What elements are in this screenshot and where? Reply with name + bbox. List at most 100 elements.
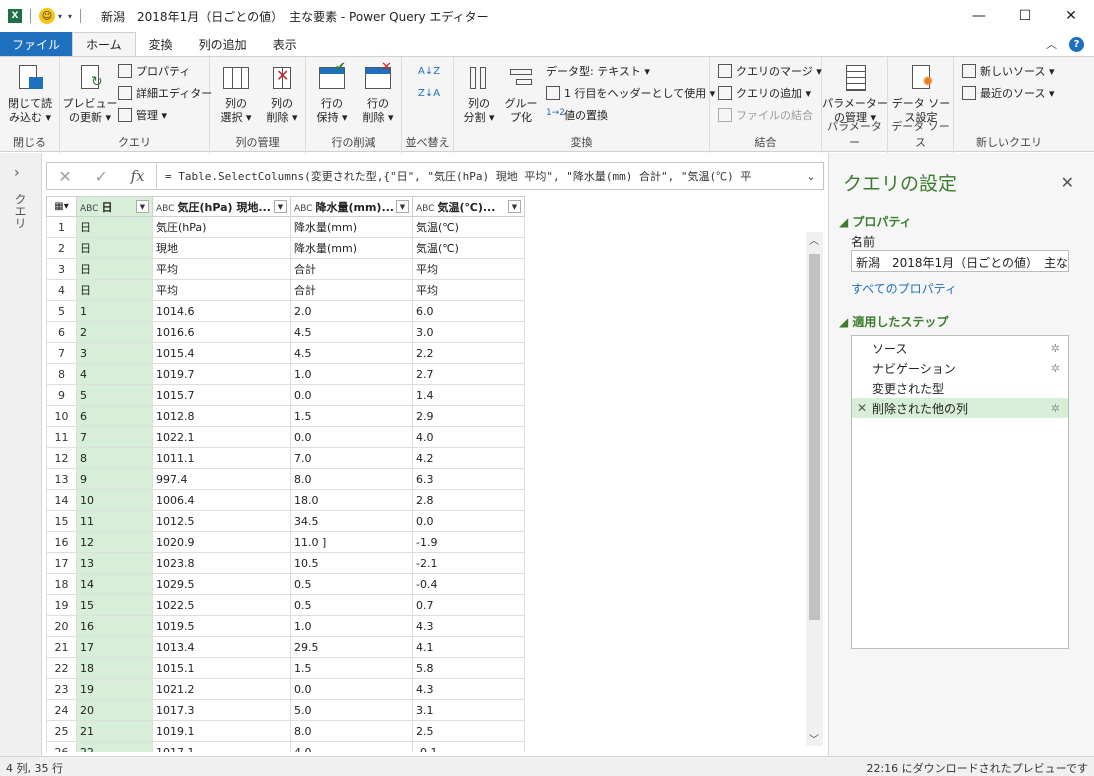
scrollbar-thumb[interactable] (809, 254, 820, 620)
scroll-up-icon[interactable]: ︿ (809, 232, 819, 247)
row-number[interactable]: 5 (46, 300, 77, 322)
table-cell[interactable]: 15 (76, 594, 153, 616)
table-cell[interactable]: 2 (76, 321, 153, 343)
merge-queries-button[interactable]: クエリのマージ ▾ (718, 61, 822, 81)
table-cell[interactable]: 997.4 (152, 468, 291, 490)
row-number[interactable]: 24 (46, 699, 77, 721)
table-cell[interactable]: 日 (76, 216, 153, 238)
advanced-editor-button[interactable]: 詳細エディター (118, 83, 212, 103)
table-cell[interactable]: 1.5 (290, 405, 413, 427)
tab-home[interactable]: ホーム (72, 32, 136, 56)
row-number[interactable]: 21 (46, 636, 77, 658)
expand-formula-icon[interactable]: ⌄ (799, 170, 823, 183)
feedback-smiley-icon[interactable]: ☺ (39, 8, 55, 24)
table-cell[interactable]: -1.9 (412, 531, 525, 553)
collapse-ribbon-icon[interactable]: ︿ (1046, 36, 1057, 52)
remove-columns-button[interactable]: ✕ 列の 削除 ▾ (260, 63, 304, 125)
row-number[interactable]: 4 (46, 279, 77, 301)
table-cell[interactable]: 2.7 (412, 363, 525, 385)
split-column-button[interactable]: 列の 分割 ▾ (458, 63, 500, 125)
column-header-pressure[interactable]: ABC 気圧(hPa) 現地... ▼ (152, 196, 291, 217)
table-cell[interactable]: 1020.9 (152, 531, 291, 553)
table-cell[interactable]: 21 (76, 720, 153, 742)
manage-parameters-button[interactable]: パラメーター の管理 ▾ (822, 63, 888, 125)
row-number[interactable]: 22 (46, 657, 77, 679)
table-cell[interactable]: 0.7 (412, 594, 525, 616)
row-number[interactable]: 16 (46, 531, 77, 553)
table-cell[interactable]: 1013.4 (152, 636, 291, 658)
table-cell[interactable]: 18 (76, 657, 153, 679)
sort-ascending-icon[interactable]: A↓Z (418, 61, 440, 81)
row-number[interactable]: 13 (46, 468, 77, 490)
table-cell[interactable]: 12 (76, 531, 153, 553)
step-source[interactable]: ソース ✲ (852, 338, 1068, 358)
row-number[interactable]: 7 (46, 342, 77, 364)
table-cell[interactable]: 1012.8 (152, 405, 291, 427)
table-cell[interactable]: 1019.1 (152, 720, 291, 742)
table-cell[interactable]: 気温(℃) (412, 237, 525, 259)
type-text-icon[interactable]: ABC (156, 204, 174, 214)
delete-step-icon[interactable]: ✕ (857, 401, 867, 415)
table-cell[interactable]: 5.0 (290, 699, 413, 721)
table-cell[interactable]: 5.8 (412, 657, 525, 679)
quick-access-dropdown-icon[interactable]: ▾ (68, 12, 72, 21)
row-number[interactable]: 23 (46, 678, 77, 700)
table-cell[interactable]: -2.1 (412, 552, 525, 574)
tab-file[interactable]: ファイル (0, 32, 73, 56)
table-cell[interactable]: 8.0 (290, 468, 413, 490)
table-cell[interactable]: 現地 (152, 237, 291, 259)
row-number[interactable]: 11 (46, 426, 77, 448)
manage-button[interactable]: 管理 ▾ (118, 105, 167, 125)
table-cell[interactable]: 4.3 (412, 678, 525, 700)
fx-icon[interactable]: fx (131, 167, 145, 185)
table-cell[interactable]: 1.4 (412, 384, 525, 406)
column-header-temperature[interactable]: ABC 気温(℃)... ▼ (412, 196, 525, 217)
choose-columns-button[interactable]: 列の 選択 ▾ (214, 63, 258, 125)
table-cell[interactable]: 5 (76, 384, 153, 406)
table-cell[interactable]: 0.5 (290, 594, 413, 616)
table-cell[interactable]: 1015.1 (152, 657, 291, 679)
expand-chevron-icon[interactable]: › (14, 165, 20, 181)
table-cell[interactable]: 平均 (152, 279, 291, 301)
row-number[interactable]: 12 (46, 447, 77, 469)
table-cell[interactable]: 6.3 (412, 468, 525, 490)
table-cell[interactable]: 合計 (290, 279, 413, 301)
type-text-icon[interactable]: ABC (80, 204, 98, 214)
table-cell[interactable]: 16 (76, 615, 153, 637)
maximize-button[interactable]: ☐ (1002, 0, 1048, 32)
table-cell[interactable]: 合計 (290, 258, 413, 280)
table-cell[interactable]: 気圧(hPa) (152, 216, 291, 238)
table-cell[interactable]: 4.2 (412, 447, 525, 469)
column-filter-dropdown-icon[interactable]: ▼ (136, 200, 149, 213)
row-number[interactable]: 19 (46, 594, 77, 616)
table-cell[interactable]: 1 (76, 300, 153, 322)
table-cell[interactable]: 1014.6 (152, 300, 291, 322)
query-name-input[interactable]: 新潟 2018年1月（日ごとの値） 主な要素 (851, 250, 1069, 272)
table-cell[interactable]: 1.0 (290, 615, 413, 637)
table-cell[interactable]: 4.5 (290, 342, 413, 364)
table-cell[interactable]: 1.5 (290, 657, 413, 679)
table-cell[interactable]: 1029.5 (152, 573, 291, 595)
close-pane-icon[interactable]: ✕ (1061, 173, 1074, 192)
table-cell[interactable]: 1022.5 (152, 594, 291, 616)
cancel-formula-icon[interactable]: ✕ (58, 167, 71, 186)
table-cell[interactable]: 14 (76, 573, 153, 595)
close-window-button[interactable]: ✕ (1048, 0, 1094, 32)
column-header-day[interactable]: ABC 日 ▼ (76, 196, 153, 217)
properties-section-header[interactable]: ◢ プロパティ (839, 213, 912, 230)
table-cell[interactable]: 平均 (412, 279, 525, 301)
table-cell[interactable]: 降水量(mm) (290, 216, 413, 238)
table-cell[interactable]: 13 (76, 552, 153, 574)
help-icon[interactable]: ? (1069, 36, 1084, 52)
table-cell[interactable]: 4.3 (412, 615, 525, 637)
table-cell[interactable]: 1019.7 (152, 363, 291, 385)
table-cell[interactable]: 10.5 (290, 552, 413, 574)
table-cell[interactable]: 日 (76, 258, 153, 280)
row-number[interactable]: 25 (46, 720, 77, 742)
row-number[interactable]: 3 (46, 258, 77, 280)
table-cell[interactable]: 9 (76, 468, 153, 490)
row-number[interactable]: 26 (46, 741, 77, 752)
column-header-precipitation[interactable]: ABC 降水量(mm)... ▼ (290, 196, 413, 217)
table-cell[interactable]: 2.0 (290, 300, 413, 322)
table-cell[interactable]: 11 (76, 510, 153, 532)
